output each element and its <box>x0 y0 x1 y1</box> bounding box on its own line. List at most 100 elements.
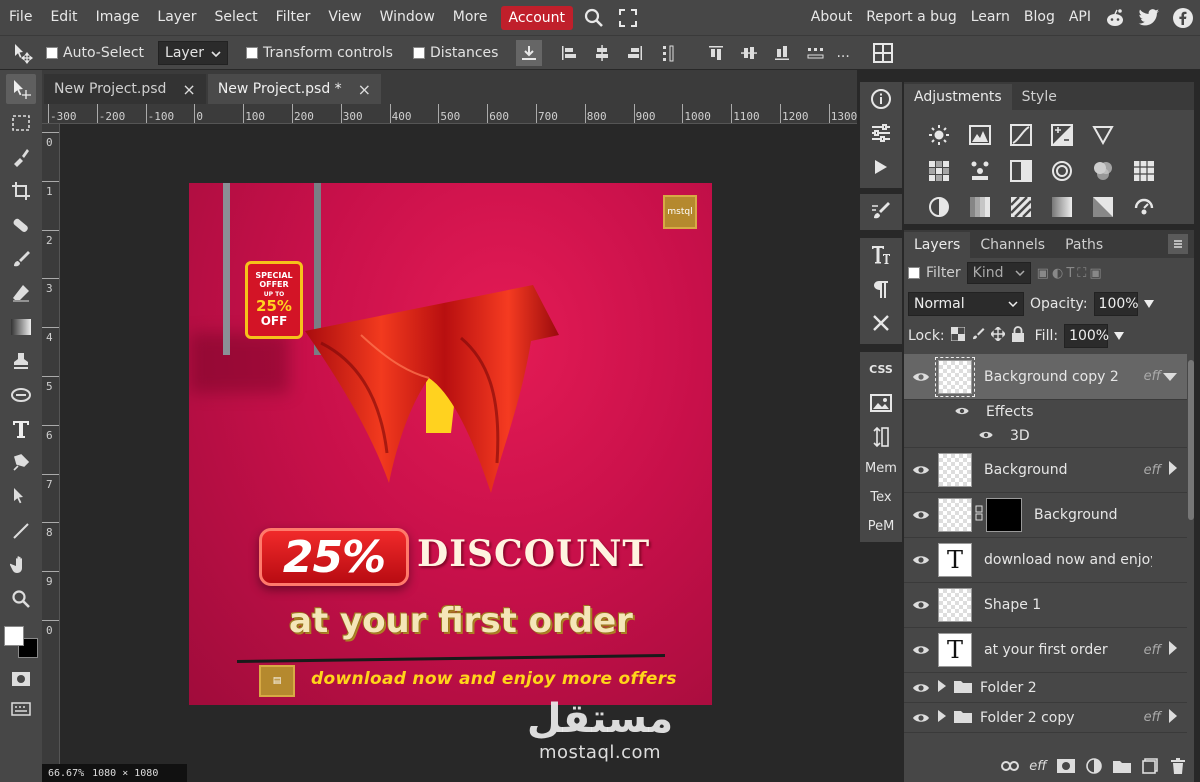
expand-arrow-icon[interactable] <box>1169 708 1177 727</box>
menu-layer[interactable]: Layer <box>148 0 205 35</box>
effects-indicator[interactable]: eff <box>1144 710 1161 725</box>
selective-color-icon[interactable] <box>1088 192 1118 222</box>
align-left-icon[interactable] <box>558 42 580 64</box>
lasso-tool[interactable] <box>6 142 36 172</box>
align-bottom-icon[interactable] <box>771 42 793 64</box>
photo-filter-icon[interactable] <box>1047 156 1077 186</box>
zoom-tool[interactable] <box>6 584 36 614</box>
sliders-icon[interactable] <box>860 116 902 150</box>
chain-link-icon[interactable] <box>975 505 983 525</box>
pem-button[interactable]: PeM <box>860 512 902 541</box>
tab-style[interactable]: Style <box>1012 84 1067 110</box>
canvas-workspace[interactable]: SPECIAL OFFER UP TO 25% OFF mstql 25% DI… <box>60 124 857 764</box>
menu-more[interactable]: More <box>444 0 497 35</box>
layers-scrollbar[interactable] <box>1188 360 1194 520</box>
clone-stamp-tool[interactable] <box>6 346 36 376</box>
folder-expand-icon[interactable] <box>938 679 946 696</box>
distribute-v-icon[interactable] <box>804 42 826 64</box>
css-button[interactable]: CSS <box>860 352 902 386</box>
document-tab-2[interactable]: New Project.psd * × <box>207 74 382 104</box>
path-select-tool[interactable] <box>6 482 36 512</box>
layer-first-order-text[interactable]: T at your first order eff <box>904 628 1187 673</box>
menu-blog[interactable]: Blog <box>1017 0 1062 35</box>
expand-arrow-icon[interactable] <box>1169 461 1177 479</box>
mem-button[interactable]: Mem <box>860 454 902 483</box>
eye-icon[interactable] <box>904 464 938 476</box>
ruler-vertical[interactable]: 0 1 2 3 4 5 6 7 8 9 0 <box>42 124 60 764</box>
lock-brush-icon[interactable] <box>971 327 985 345</box>
levels-icon[interactable] <box>965 120 995 150</box>
effects-indicator[interactable]: eff <box>1144 369 1161 384</box>
color-swatches[interactable] <box>4 626 40 662</box>
eye-icon[interactable] <box>954 404 974 420</box>
add-mask-icon[interactable] <box>1056 756 1076 776</box>
threshold-icon[interactable] <box>1006 192 1036 222</box>
download-icon[interactable] <box>516 39 543 66</box>
brush-settings-icon[interactable] <box>860 194 902 228</box>
tex-button[interactable]: Tex <box>860 483 902 512</box>
play-icon[interactable] <box>860 150 902 184</box>
layer-folder-2[interactable]: Folder 2 <box>904 673 1187 703</box>
image-icon[interactable] <box>860 386 902 420</box>
layer-background-masked[interactable]: Background <box>904 493 1187 538</box>
reddit-icon[interactable] <box>1104 7 1126 29</box>
layer-download-text[interactable]: T download now and enjoy <box>904 538 1187 583</box>
menu-learn[interactable]: Learn <box>964 0 1017 35</box>
distances-checkbox[interactable]: Distances <box>412 45 498 61</box>
tools-icon[interactable] <box>860 306 902 340</box>
facebook-icon[interactable] <box>1172 7 1194 29</box>
layer-select[interactable]: Layer <box>158 40 229 65</box>
filter-pixel-icon[interactable]: ▣ <box>1037 266 1049 281</box>
expand-arrow-icon[interactable] <box>1169 641 1177 659</box>
document-canvas[interactable]: SPECIAL OFFER UP TO 25% OFF mstql 25% DI… <box>189 183 712 705</box>
pen-tool[interactable] <box>6 448 36 478</box>
transform-controls-box[interactable] <box>246 46 259 59</box>
menu-view[interactable]: View <box>319 0 370 35</box>
layer-background[interactable]: Background eff <box>904 448 1187 493</box>
color-balance-icon[interactable] <box>965 156 995 186</box>
auto-select-checkbox[interactable]: Auto-Select <box>46 45 144 61</box>
align-center-h-icon[interactable] <box>591 42 613 64</box>
menu-window[interactable]: Window <box>371 0 444 35</box>
link-layers-icon[interactable] <box>1000 756 1020 776</box>
distances-box[interactable] <box>412 46 425 59</box>
vibrance-icon[interactable] <box>1088 120 1118 150</box>
twitter-icon[interactable] <box>1138 7 1160 29</box>
eye-icon[interactable] <box>904 644 938 656</box>
info-icon[interactable] <box>860 82 902 116</box>
fill-input[interactable]: 100% <box>1064 324 1109 348</box>
filter-type-icon[interactable]: T <box>1066 266 1074 281</box>
filter-type-icons[interactable]: ▣ ◐ T ⛶ ▣ <box>1037 266 1102 281</box>
fullscreen-icon[interactable] <box>617 7 639 29</box>
menu-report-bug[interactable]: Report a bug <box>859 0 964 35</box>
eye-icon[interactable] <box>904 509 938 521</box>
more-options[interactable]: ... <box>836 45 849 61</box>
layer-3d-row[interactable]: 3D <box>904 424 1187 448</box>
screen-mode-tool[interactable] <box>6 694 36 724</box>
tab-channels[interactable]: Channels <box>970 232 1055 258</box>
tab-adjustments[interactable]: Adjustments <box>904 84 1012 110</box>
menu-filter[interactable]: Filter <box>267 0 320 35</box>
align-right-icon[interactable] <box>624 42 646 64</box>
panel-menu-icon[interactable] <box>1168 234 1188 254</box>
blend-mode-select[interactable]: Normal <box>908 292 1024 316</box>
eye-icon[interactable] <box>904 371 938 383</box>
layer-shape-1[interactable]: Shape 1 <box>904 583 1187 628</box>
replace-color-icon[interactable] <box>1129 192 1159 222</box>
eye-icon[interactable] <box>978 428 998 444</box>
close-icon[interactable]: × <box>182 80 195 99</box>
menu-about[interactable]: About <box>804 0 859 35</box>
layer-effects-row[interactable]: Effects <box>904 400 1187 424</box>
layer-folder-2-copy[interactable]: Folder 2 copy eff <box>904 703 1187 733</box>
effects-indicator[interactable]: eff <box>1144 643 1161 658</box>
filter-adjust-icon[interactable]: ◐ <box>1052 266 1063 281</box>
paragraph-icon[interactable] <box>860 272 902 306</box>
collapse-arrow-icon[interactable] <box>1163 369 1177 385</box>
new-layer-icon[interactable] <box>1140 756 1160 776</box>
hue-saturation-icon[interactable] <box>924 156 954 186</box>
brush-tool[interactable] <box>6 244 36 274</box>
tab-paths[interactable]: Paths <box>1055 232 1113 258</box>
align-top-icon[interactable] <box>705 42 727 64</box>
kind-select[interactable]: Kind <box>966 262 1031 284</box>
distribute-h-icon[interactable] <box>657 42 679 64</box>
